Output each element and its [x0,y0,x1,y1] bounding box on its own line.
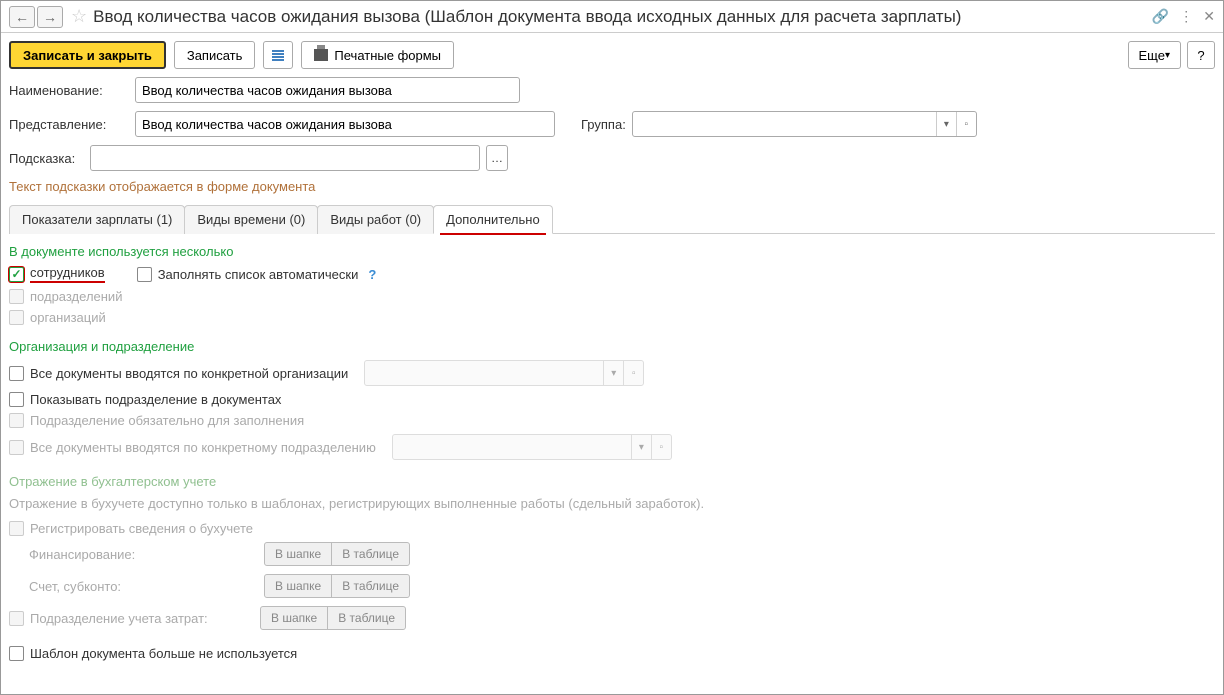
nav-forward-button[interactable]: → [37,6,63,28]
dropdown-icon: ▾ [603,361,623,385]
repr-input[interactable] [135,111,555,137]
costdept-header-button: В шапке [260,606,328,630]
account-label: Счет, субконто: [29,579,254,594]
hint-label: Подсказка: [9,151,84,166]
section-multi-title: В документе используется несколько [9,244,1215,259]
close-icon[interactable]: ✕ [1203,8,1215,25]
autofill-checkbox[interactable] [137,267,152,282]
name-label: Наименование: [9,83,129,98]
printer-icon [314,49,328,61]
show-dept-checkbox[interactable] [9,392,24,407]
window-title: Ввод количества часов ожидания вызова (Ш… [93,7,1152,27]
dept-lookup: ▾ ▫ [392,434,672,460]
group-select[interactable]: ▾ ▫ [632,111,977,137]
financing-table-button: В таблице [331,542,410,566]
list-button[interactable] [263,41,293,69]
cost-dept-checkbox [9,611,24,626]
departments-label: подразделений [30,289,122,304]
group-label: Группа: [581,117,626,132]
save-close-button[interactable]: Записать и закрыть [9,41,166,69]
tab-work-types[interactable]: Виды работ (0) [317,205,434,234]
employees-label: сотрудников [30,265,105,283]
by-org-checkbox[interactable] [9,366,24,381]
window-header: ← → ☆ Ввод количества часов ожидания выз… [1,1,1223,33]
hint-help-text: Текст подсказки отображается в форме док… [9,179,1215,194]
more-icon[interactable]: ⋮ [1179,8,1193,25]
employees-checkbox[interactable] [9,267,24,282]
organizations-checkbox [9,310,24,325]
hint-input[interactable] [90,145,480,171]
tab-content: В документе используется несколько сотру… [9,234,1215,677]
tabs: Показатели зарплаты (1) Виды времени (0)… [9,204,1215,234]
show-dept-label: Показывать подразделение в документах [30,392,281,407]
account-header-button: В шапке [264,574,332,598]
repr-label: Представление: [9,117,129,132]
favorite-icon[interactable]: ☆ [71,6,87,27]
tab-indicators[interactable]: Показатели зарплаты (1) [9,205,185,234]
financing-header-button: В шапке [264,542,332,566]
list-icon [272,50,284,61]
organizations-label: организаций [30,310,106,325]
dropdown-icon: ▾ [631,435,651,459]
not-used-label: Шаблон документа больше не используется [30,646,297,661]
toolbar: Записать и закрыть Записать Печатные фор… [1,33,1223,77]
hint-ellipsis-button[interactable]: … [486,145,508,171]
by-dept-checkbox [9,440,24,455]
more-button[interactable]: Еще [1128,41,1181,69]
not-used-checkbox[interactable] [9,646,24,661]
register-acct-label: Регистрировать сведения о бухучете [30,521,253,536]
by-dept-label: Все документы вводятся по конкретному по… [30,440,376,455]
register-acct-checkbox [9,521,24,536]
acct-note: Отражение в бухучете доступно только в ш… [9,495,1215,513]
print-button[interactable]: Печатные формы [301,41,454,69]
by-org-label: Все документы вводятся по конкретной орг… [30,366,348,381]
dept-required-checkbox [9,413,24,428]
help-button[interactable]: ? [1187,41,1215,69]
save-button[interactable]: Записать [174,41,256,69]
dropdown-icon[interactable]: ▾ [936,112,956,136]
departments-checkbox [9,289,24,304]
help-icon[interactable]: ? [368,267,376,282]
tab-time-types[interactable]: Виды времени (0) [184,205,318,234]
org-lookup: ▾ ▫ [364,360,644,386]
open-icon[interactable]: ▫ [956,112,976,136]
nav-back-button[interactable]: ← [9,6,35,28]
dept-required-label: Подразделение обязательно для заполнения [30,413,304,428]
open-icon: ▫ [623,361,643,385]
financing-label: Финансирование: [29,547,254,562]
account-table-button: В таблице [331,574,410,598]
costdept-table-button: В таблице [327,606,406,630]
open-icon: ▫ [651,435,671,459]
section-org-title: Организация и подразделение [9,339,1215,354]
name-input[interactable] [135,77,520,103]
link-icon[interactable]: 🔗 [1152,8,1169,25]
tab-additional[interactable]: Дополнительно [433,205,553,234]
autofill-label: Заполнять список автоматически [158,267,359,282]
cost-dept-label: Подразделение учета затрат: [30,611,250,626]
section-acct-title: Отражение в бухгалтерском учете [9,474,1215,489]
